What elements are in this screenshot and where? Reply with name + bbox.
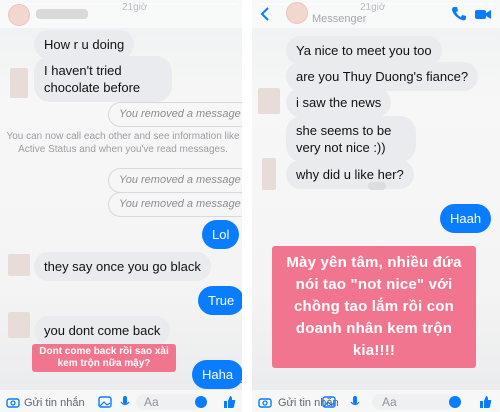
- message-bubble-sent: Lol: [202, 220, 240, 249]
- like-icon[interactable]: [222, 395, 236, 409]
- image-icon[interactable]: [98, 395, 112, 409]
- avatar: [286, 2, 308, 24]
- send-message-label: Gửi tin nhắn: [24, 397, 85, 409]
- image-icon[interactable]: [322, 395, 336, 409]
- message-bubble-received: you dont come back: [34, 316, 171, 345]
- message-bubble-received: I haven't tried chocolate before: [34, 56, 172, 102]
- blurred-contact-avatar: [258, 88, 280, 114]
- camera-icon[interactable]: [6, 395, 20, 409]
- avatar: [8, 4, 30, 26]
- message-composer: Gửi tin nhắn Aa: [0, 390, 242, 412]
- header-subtitle: Messenger: [312, 13, 367, 25]
- message-bubble-received: they say once you go black: [34, 252, 211, 281]
- mic-icon[interactable]: [118, 395, 132, 409]
- mic-icon[interactable]: [348, 395, 362, 409]
- right-chat-panel: 21giờ Messenger Ya nice to meet you too …: [252, 0, 500, 412]
- story-topbar: 21giờ: [0, 0, 242, 28]
- like-icon[interactable]: [478, 395, 492, 409]
- message-bubble-sent: Haah: [440, 204, 492, 233]
- message-bubble-received: she seems to be very not nice :)): [286, 116, 416, 162]
- story-caption: Dont come back rồi sao xài kem trộn nữa …: [32, 344, 176, 372]
- back-arrow-icon[interactable]: [258, 6, 274, 22]
- blurred-contact-avatar: [10, 68, 28, 98]
- message-bubble-received: Ya nice to meet you too: [286, 36, 442, 65]
- system-note: You can now call each other and see info…: [6, 131, 240, 155]
- message-input-placeholder: Aa: [144, 395, 159, 409]
- story-caption: Mày yên tâm, nhiều đứa nói tao "not nice…: [272, 246, 476, 368]
- typing-indicator: [368, 182, 386, 190]
- story-topbar: 21giờ Messenger: [252, 0, 500, 28]
- emoji-icon[interactable]: [194, 395, 208, 409]
- message-input-placeholder: Aa: [382, 395, 397, 409]
- blurred-contact-avatar: [8, 312, 30, 338]
- message-bubble-received: How r u doing: [34, 30, 135, 59]
- removed-message-label: You removed a message: [108, 102, 242, 127]
- message-bubble-sent: True: [198, 286, 242, 315]
- blurred-username: [36, 9, 88, 19]
- video-call-icon[interactable]: [474, 5, 492, 23]
- left-chat-panel: 21giờ How r u doing I haven't tried choc…: [0, 0, 242, 412]
- message-bubble-received: why did u like her?: [286, 160, 414, 189]
- message-bubble-sent: Haha: [192, 360, 242, 389]
- removed-message-label: You removed a message: [108, 168, 242, 193]
- blurred-contact-avatar: [262, 158, 276, 190]
- call-icon[interactable]: [450, 5, 468, 23]
- story-time: 21giờ: [122, 2, 148, 13]
- message-bubble-received: are you Thuy Duong's fiance?: [286, 62, 479, 91]
- removed-message-label: You removed a message: [108, 192, 242, 217]
- read-receipt-icon: [236, 372, 242, 383]
- story-progress-bar: [6, 3, 236, 5]
- emoji-icon[interactable]: [448, 395, 462, 409]
- blurred-contact-avatar: [8, 254, 30, 276]
- story-time: 21giờ: [360, 2, 386, 13]
- camera-icon[interactable]: [258, 395, 272, 409]
- message-bubble-received: i saw the news: [286, 88, 392, 117]
- message-composer: Gửi tin nhắn Aa: [252, 390, 500, 412]
